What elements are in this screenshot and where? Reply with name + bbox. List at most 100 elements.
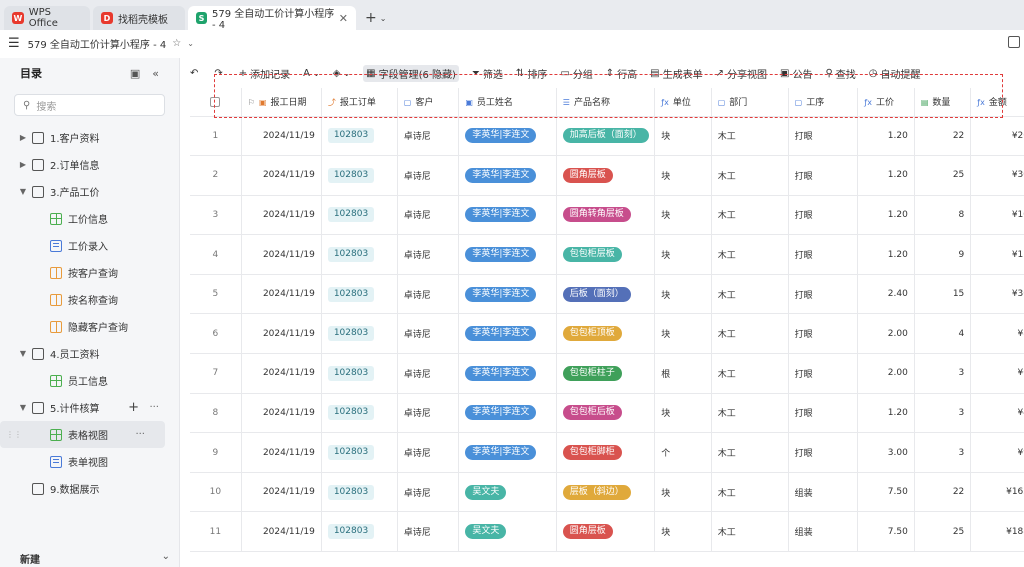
more-options-icon[interactable]: ··· [149,402,159,413]
cell-date[interactable]: 2024/11/19 [241,393,322,434]
checkbox-icon[interactable] [210,96,221,107]
expand-arrow-icon[interactable]: ▶ [14,133,32,142]
column-header-price[interactable]: ƒx 工价 [857,88,915,117]
cell-unit[interactable]: 块 [654,472,712,513]
add-record-button[interactable]: + 添加记录 [239,66,290,81]
find-button[interactable]: ⚲ 查找 [825,66,855,81]
table-row[interactable]: 11 2024/11/19 102803 卓诗尼 吴文夫 圆角层板 块木工 组装 7.50 25 ¥… [190,511,1024,553]
cell-product[interactable]: 包包柜柱子 [556,353,656,394]
tab-template[interactable]: D 找稻壳模板 [93,6,185,30]
cell-price[interactable]: 7.50 [857,511,915,553]
cell-customer[interactable]: 卓诗尼 [397,472,460,513]
row-number[interactable]: 3 [190,195,242,236]
drag-handle-icon[interactable]: ⋮⋮ [6,430,22,439]
cell-amount[interactable]: ¥11 [970,234,1024,275]
cell-unit[interactable]: 块 [654,313,712,355]
column-header-date[interactable]: ⚐ ▣ 报工日期 [241,88,322,117]
cell-date[interactable]: 2024/11/19 [241,313,322,355]
group-button[interactable]: ▭ 分组 [560,66,592,81]
cell-staff[interactable]: 吴文夫 [458,511,557,553]
row-height-button[interactable]: ⇕ 行高 [606,66,637,81]
table-row[interactable]: 1 2024/11/19 102803 卓诗尼 李英华|李连文 加高后板（面刻） 块木工 打眼… [190,116,1024,157]
cell-process[interactable]: 组装 [788,472,859,513]
cell-order[interactable]: 102803 [321,234,398,275]
cell-qty[interactable]: 22 [914,472,972,513]
cell-price[interactable]: 1.20 [857,393,915,434]
sidebar-item[interactable]: 工价信息 [0,205,179,232]
cell-amount[interactable]: ¥30 [970,155,1024,196]
sidebar-item[interactable]: ⋮⋮ 表格视图 ··· [0,421,165,448]
sort-button[interactable]: ⇅ 排序 [516,66,547,81]
column-header-qty[interactable]: ▤ 数量 [914,88,972,117]
table-row[interactable]: 10 2024/11/19 102803 卓诗尼 吴文夫 层板（斜边） 块木工 组装 7.50 2… [190,472,1024,513]
row-number[interactable]: 4 [190,234,242,275]
row-number[interactable]: 1 [190,116,242,157]
cell-customer[interactable]: 卓诗尼 [397,155,460,196]
cell-order[interactable]: 102803 [321,472,398,513]
column-header-order[interactable]: ⤴ 报工订单 [321,88,398,117]
close-icon[interactable]: ✕ [339,12,348,25]
cell-order[interactable]: 102803 [321,511,398,553]
cell-order[interactable]: 102803 [321,432,398,473]
share-view-button[interactable]: ↗ 分享视图 [716,66,767,81]
cell-process[interactable]: 打眼 [788,116,859,157]
row-number[interactable]: 10 [190,472,242,513]
field-management-button[interactable]: ▦ 字段管理(6 隐藏) [363,64,459,82]
collapse-panel-icon[interactable]: ▣ [130,67,140,80]
cell-staff[interactable]: 李英华|李连文 [458,393,557,434]
fill-color-button[interactable]: ◈ ⌄ [333,68,350,79]
cell-qty[interactable]: 15 [914,274,972,315]
table-row[interactable]: 9 2024/11/19 102803 卓诗尼 李英华|李连文 包包柜脚柜 个木工 打眼 3.0… [190,432,1024,473]
cell-order[interactable]: 102803 [321,393,398,434]
cell-process[interactable]: 打眼 [788,195,859,236]
cell-qty[interactable]: 25 [914,511,972,553]
cell-amount[interactable]: ¥26 [970,116,1024,157]
cell-dept[interactable]: 木工 [711,511,789,553]
cell-price[interactable]: 2.00 [857,353,915,394]
row-number[interactable]: 8 [190,393,242,434]
cell-staff[interactable]: 李英华|李连文 [458,432,557,473]
column-header-process[interactable]: ▢ 工序 [788,88,859,117]
cell-dept[interactable]: 木工 [711,195,789,236]
cell-price[interactable]: 2.00 [857,313,915,355]
search-input[interactable]: ⚲ 搜索 [14,94,165,116]
cell-date[interactable]: 2024/11/19 [241,155,322,196]
sidebar-item[interactable]: ▼ 3.产品工价 [0,178,179,205]
cell-amount[interactable]: ¥9 [970,432,1024,473]
cell-process[interactable]: 打眼 [788,234,859,275]
cell-dept[interactable]: 木工 [711,274,789,315]
cell-date[interactable]: 2024/11/19 [241,432,322,473]
table-row[interactable]: 2 2024/11/19 102803 卓诗尼 李英华|李连文 圆角层板 块木工 打眼 1.20… [190,155,1024,196]
cell-product[interactable]: 圆角层板 [556,155,656,196]
cell-product[interactable]: 圆角层板 [556,511,656,553]
cell-dept[interactable]: 木工 [711,472,789,513]
tab-current-doc[interactable]: S 579 全自动工价计算小程序 - 4 ✕ [188,6,356,31]
new-tab-button[interactable]: + ⌄ [359,6,392,30]
cell-process[interactable]: 打眼 [788,155,859,196]
column-header-amount[interactable]: ƒx 金额 [970,88,1024,117]
star-icon[interactable]: ☆ [172,38,181,49]
cell-amount[interactable]: ¥6 [970,353,1024,394]
cell-process[interactable]: 打眼 [788,353,859,394]
generate-form-button[interactable]: ▤ 生成表单 [650,66,702,81]
sidebar-item[interactable]: 工价录入 [0,232,179,259]
sidebar-item[interactable]: 按名称查询 [0,286,179,313]
cell-unit[interactable]: 块 [654,274,712,315]
cell-order[interactable]: 102803 [321,274,398,315]
cell-order[interactable]: 102803 [321,155,398,196]
cell-customer[interactable]: 卓诗尼 [397,116,460,157]
cell-product[interactable]: 层板（斜边） [556,472,656,513]
cell-order[interactable]: 102803 [321,116,398,157]
cell-product[interactable]: 圆角转角层板 [556,195,656,236]
cell-unit[interactable]: 块 [654,195,712,236]
sidebar-item[interactable]: ▼ 5.计件核算 + ··· [0,394,179,421]
cell-order[interactable]: 102803 [321,313,398,355]
row-number[interactable]: 2 [190,155,242,196]
cell-customer[interactable]: 卓诗尼 [397,393,460,434]
column-header-staff[interactable]: ▣ 员工姓名 [458,88,557,117]
cell-customer[interactable]: 卓诗尼 [397,432,460,473]
cell-qty[interactable]: 22 [914,116,972,157]
cell-qty[interactable]: 3 [914,432,972,473]
cell-qty[interactable]: 4 [914,313,972,355]
row-number[interactable]: 7 [190,353,242,394]
